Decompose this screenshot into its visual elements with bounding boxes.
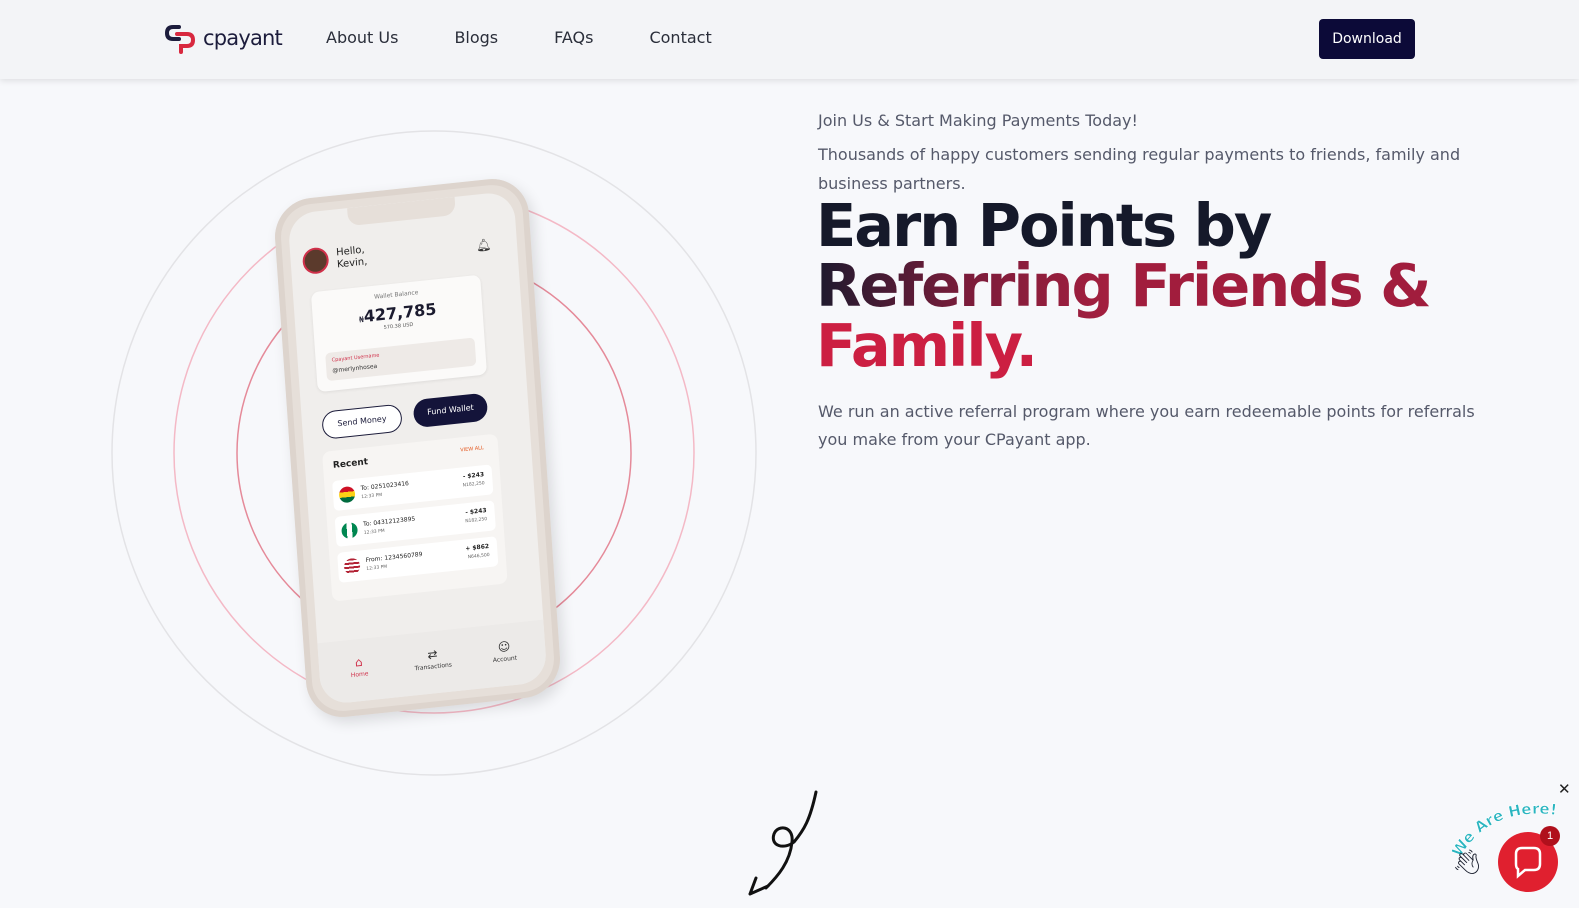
- usa-flag-icon: [343, 557, 361, 576]
- username-value: @merlynhosea: [332, 362, 378, 375]
- tab-transactions: ⇄ Transactions: [402, 644, 463, 673]
- transaction-sender: From: 1234560789: [365, 551, 423, 564]
- chat-widget[interactable]: We Are Here! 👋︎ 1: [1452, 796, 1578, 902]
- wallet-card: Wallet Balance ₦427,785 570.38 USD Cpaya…: [310, 274, 488, 393]
- headline-part1: Earn Points by: [816, 191, 1272, 260]
- phone-mockup: Hello, Kevin, 🔔︎ Wallet Balance ₦427,785…: [272, 175, 565, 721]
- tab-home-label: Home: [350, 670, 369, 680]
- main-nav: About Us Blogs FAQs Contact: [326, 28, 768, 47]
- tab-account-label: Account: [492, 654, 518, 665]
- logo-text: cpayant: [203, 26, 283, 50]
- phone-frame: Hello, Kevin, 🔔︎ Wallet Balance ₦427,785…: [272, 175, 563, 721]
- fund-wallet-button: Fund Wallet: [412, 392, 489, 429]
- tab-account: ☺ Account: [474, 637, 535, 666]
- transaction-amount: - $243: [462, 471, 485, 481]
- transaction-amount: + $862: [465, 543, 490, 553]
- headline-part4: Family.: [816, 311, 1038, 380]
- bell-icon: 🔔︎: [475, 237, 492, 253]
- greeting: Hello, Kevin,: [336, 244, 368, 271]
- tab-transactions-label: Transactions: [414, 661, 453, 673]
- chat-unread-badge: 1: [1540, 826, 1560, 846]
- logo[interactable]: cpayant: [165, 22, 283, 54]
- username-label: Cpayant Username: [331, 352, 380, 364]
- transaction-amount: - $243: [465, 507, 487, 517]
- transaction-time: 12:33 PM: [361, 492, 383, 501]
- hero-description: We run an active referral program where …: [818, 402, 1475, 449]
- username-box: Cpayant Username @merlynhosea: [325, 337, 477, 382]
- avatar: [301, 246, 330, 276]
- view-all-link: VIEW ALL: [460, 445, 484, 454]
- send-money-button: Send Money: [321, 403, 403, 440]
- home-icon: ⌂: [354, 654, 364, 670]
- headline-part3: Friends &: [1130, 251, 1431, 320]
- recent-title: Recent: [332, 457, 369, 471]
- download-button[interactable]: Download: [1319, 19, 1415, 59]
- transaction-ngn: N646,500: [467, 552, 490, 561]
- account-icon: ☺: [497, 639, 511, 655]
- curly-arrow-icon: [748, 790, 818, 896]
- waving-hand-icon: 👋︎: [1452, 848, 1483, 876]
- hero-intro: Thousands of happy customers sending reg…: [818, 145, 1461, 193]
- headline-part2: Referring: [816, 251, 1114, 320]
- hero-headline: Earn Points by Referring Friends & Famil…: [816, 196, 1516, 376]
- tab-home: ⌂ Home: [328, 652, 389, 681]
- transaction-recipient: To: 04312123895: [362, 515, 416, 529]
- cpayant-logo-icon: [165, 25, 196, 54]
- transaction-ngn: N182,250: [465, 517, 488, 525]
- nigeria-flag-icon: [341, 521, 359, 540]
- recent-transactions: Recent VIEW ALL To: 0251023416 12:33 PM …: [322, 433, 508, 602]
- phone-notch: [347, 196, 456, 227]
- transaction-time: 12:33 PM: [363, 528, 385, 537]
- phone-tab-bar: ⌂ Home ⇄ Transactions ☺ Account: [317, 619, 548, 706]
- nav-contact[interactable]: Contact: [649, 28, 711, 47]
- transaction-time: 12:33 PM: [366, 564, 388, 572]
- hero-eyebrow: Join Us & Start Making Payments Today!: [818, 111, 1138, 130]
- transaction-recipient: To: 0251023416: [360, 480, 410, 493]
- transfer-icon: ⇄: [426, 646, 438, 662]
- nav-blogs[interactable]: Blogs: [454, 28, 498, 47]
- nav-about-us[interactable]: About Us: [326, 28, 398, 47]
- ghana-flag-icon: [338, 485, 356, 504]
- phone-screen: Hello, Kevin, 🔔︎ Wallet Balance ₦427,785…: [287, 190, 548, 706]
- nav-faqs[interactable]: FAQs: [554, 28, 593, 47]
- greeting-line2: Kevin,: [336, 256, 368, 271]
- transaction-ngn: N182,250: [462, 481, 485, 489]
- site-header: cpayant About Us Blogs FAQs Contact Down…: [0, 0, 1579, 79]
